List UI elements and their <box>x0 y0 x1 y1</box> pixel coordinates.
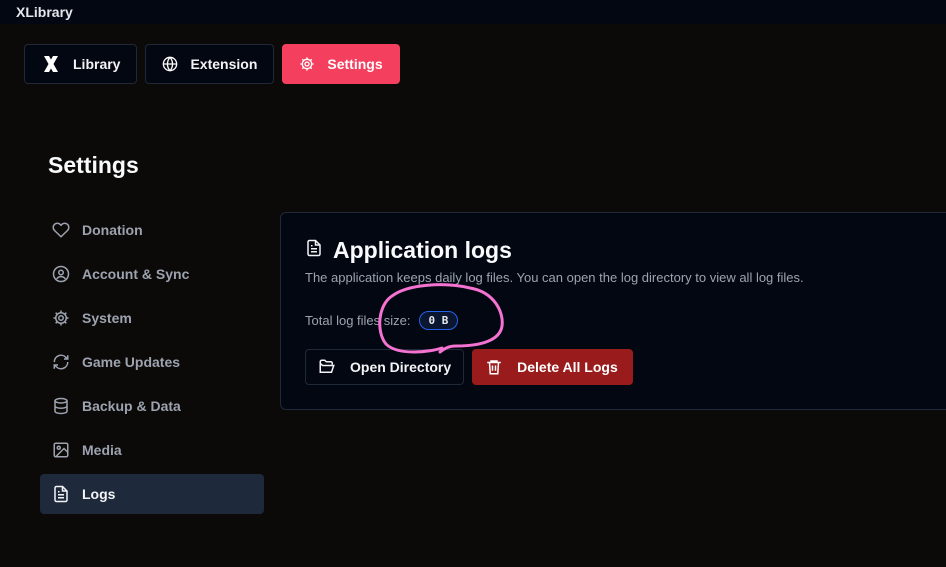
sidebar-item-donation[interactable]: Donation <box>40 210 264 250</box>
tab-extension[interactable]: Extension <box>145 44 275 84</box>
tab-library-label: Library <box>73 56 121 72</box>
open-directory-button[interactable]: Open Directory <box>305 349 465 385</box>
panel-description: The application keeps daily log files. Y… <box>305 270 804 285</box>
sidebar-item-label: Logs <box>82 486 116 502</box>
delete-all-logs-button[interactable]: Delete All Logs <box>472 349 633 385</box>
tab-settings[interactable]: Settings <box>282 44 400 84</box>
gear-icon <box>52 309 70 327</box>
x-logo-icon <box>41 54 61 74</box>
sidebar-item-label: Backup & Data <box>82 398 181 414</box>
page-title: Settings <box>48 152 139 178</box>
folder-open-icon <box>318 358 336 376</box>
sidebar-item-media[interactable]: Media <box>40 430 264 470</box>
delete-all-logs-label: Delete All Logs <box>517 359 618 375</box>
settings-sidebar: Donation Account & Sync System Game Upda… <box>40 210 264 518</box>
panel-title: Application logs <box>333 237 512 263</box>
sidebar-item-label: Game Updates <box>82 354 181 370</box>
app-title: XLibrary <box>16 4 73 20</box>
sidebar-item-label: System <box>82 310 132 326</box>
sidebar-item-label: Media <box>82 442 122 458</box>
trash-icon <box>485 358 503 376</box>
sidebar-item-account-sync[interactable]: Account & Sync <box>40 254 264 294</box>
log-size-row: Total log files size: 0 B <box>305 311 459 330</box>
log-size-badge: 0 B <box>418 311 459 330</box>
database-icon <box>52 397 70 415</box>
sidebar-item-backup-data[interactable]: Backup & Data <box>40 386 264 426</box>
heart-icon <box>52 221 70 239</box>
sidebar-item-game-updates[interactable]: Game Updates <box>40 342 264 382</box>
tab-extension-label: Extension <box>190 56 258 72</box>
application-logs-panel: Application logs The application keeps d… <box>280 212 946 410</box>
image-icon <box>52 441 70 459</box>
sidebar-item-logs[interactable]: Logs <box>40 474 264 514</box>
open-directory-label: Open Directory <box>350 359 452 375</box>
log-actions: Open Directory Delete All Logs <box>305 349 633 385</box>
sidebar-item-label: Donation <box>82 222 143 238</box>
globe-icon <box>162 56 178 72</box>
log-size-label: Total log files size: <box>305 313 411 328</box>
tab-library[interactable]: Library <box>24 44 138 84</box>
user-circle-icon <box>52 265 70 283</box>
file-text-icon <box>52 485 70 503</box>
gear-icon <box>299 56 315 72</box>
sidebar-item-system[interactable]: System <box>40 298 264 338</box>
refresh-icon <box>52 353 70 371</box>
title-bar: XLibrary <box>0 0 946 24</box>
sidebar-item-label: Account & Sync <box>82 266 190 282</box>
file-text-icon <box>305 238 323 263</box>
top-nav: Library Extension Settings <box>24 44 400 84</box>
panel-header: Application logs <box>305 237 512 264</box>
tab-settings-label: Settings <box>327 56 383 72</box>
